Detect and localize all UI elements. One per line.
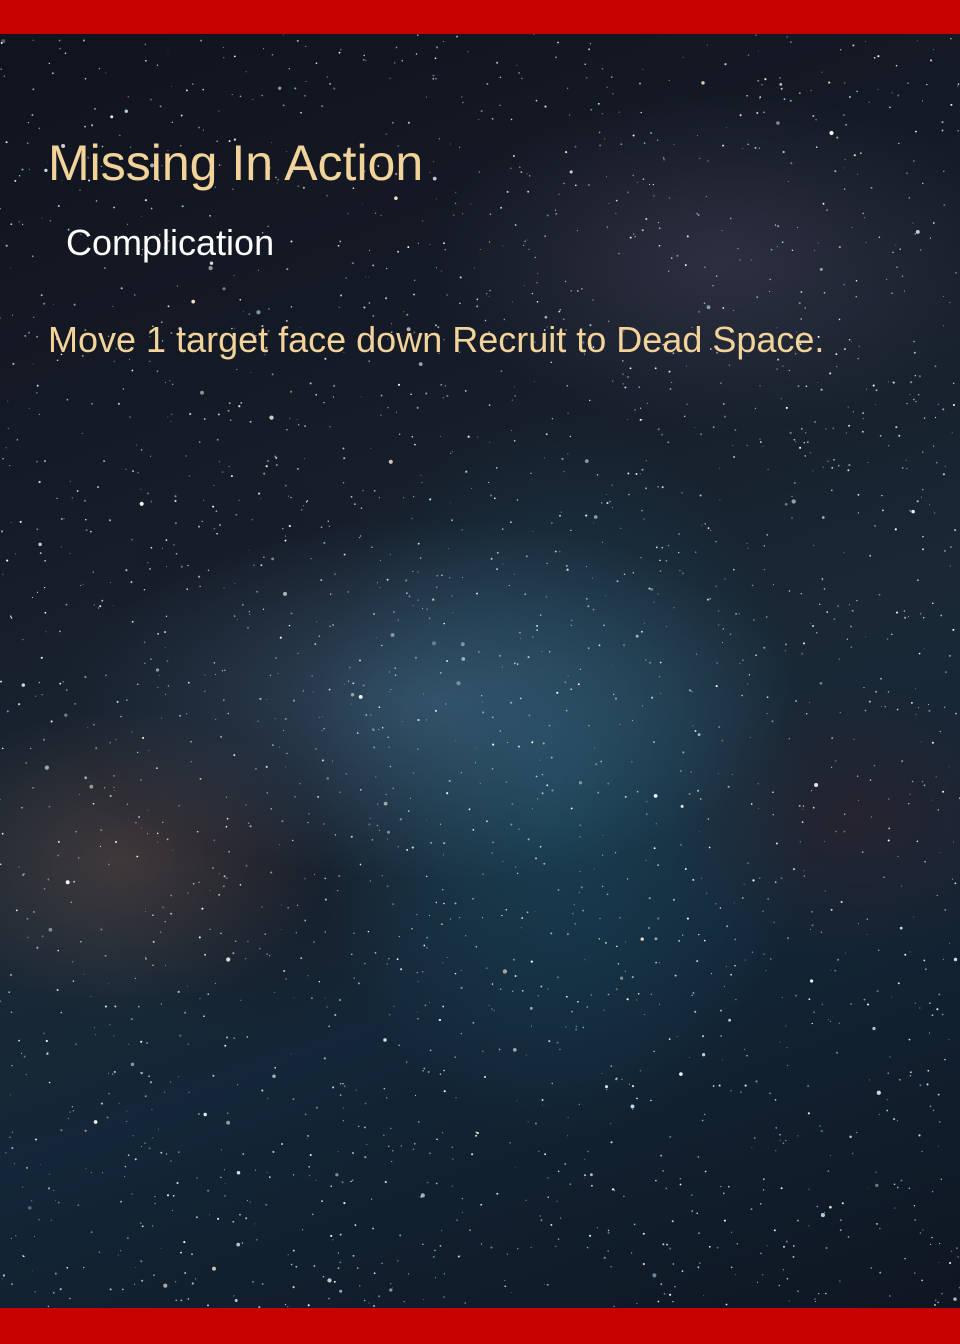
starfield-background	[0, 33, 960, 1309]
card-type: Complication	[66, 222, 275, 263]
card-rules-text: Move 1 target face down Recruit to Dead …	[48, 319, 825, 360]
card: Missing In Action Complication Move 1 ta…	[0, 0, 960, 1344]
bottom-border-band	[0, 1308, 960, 1344]
card-title: Missing In Action	[48, 135, 424, 191]
top-border-band	[0, 0, 960, 34]
